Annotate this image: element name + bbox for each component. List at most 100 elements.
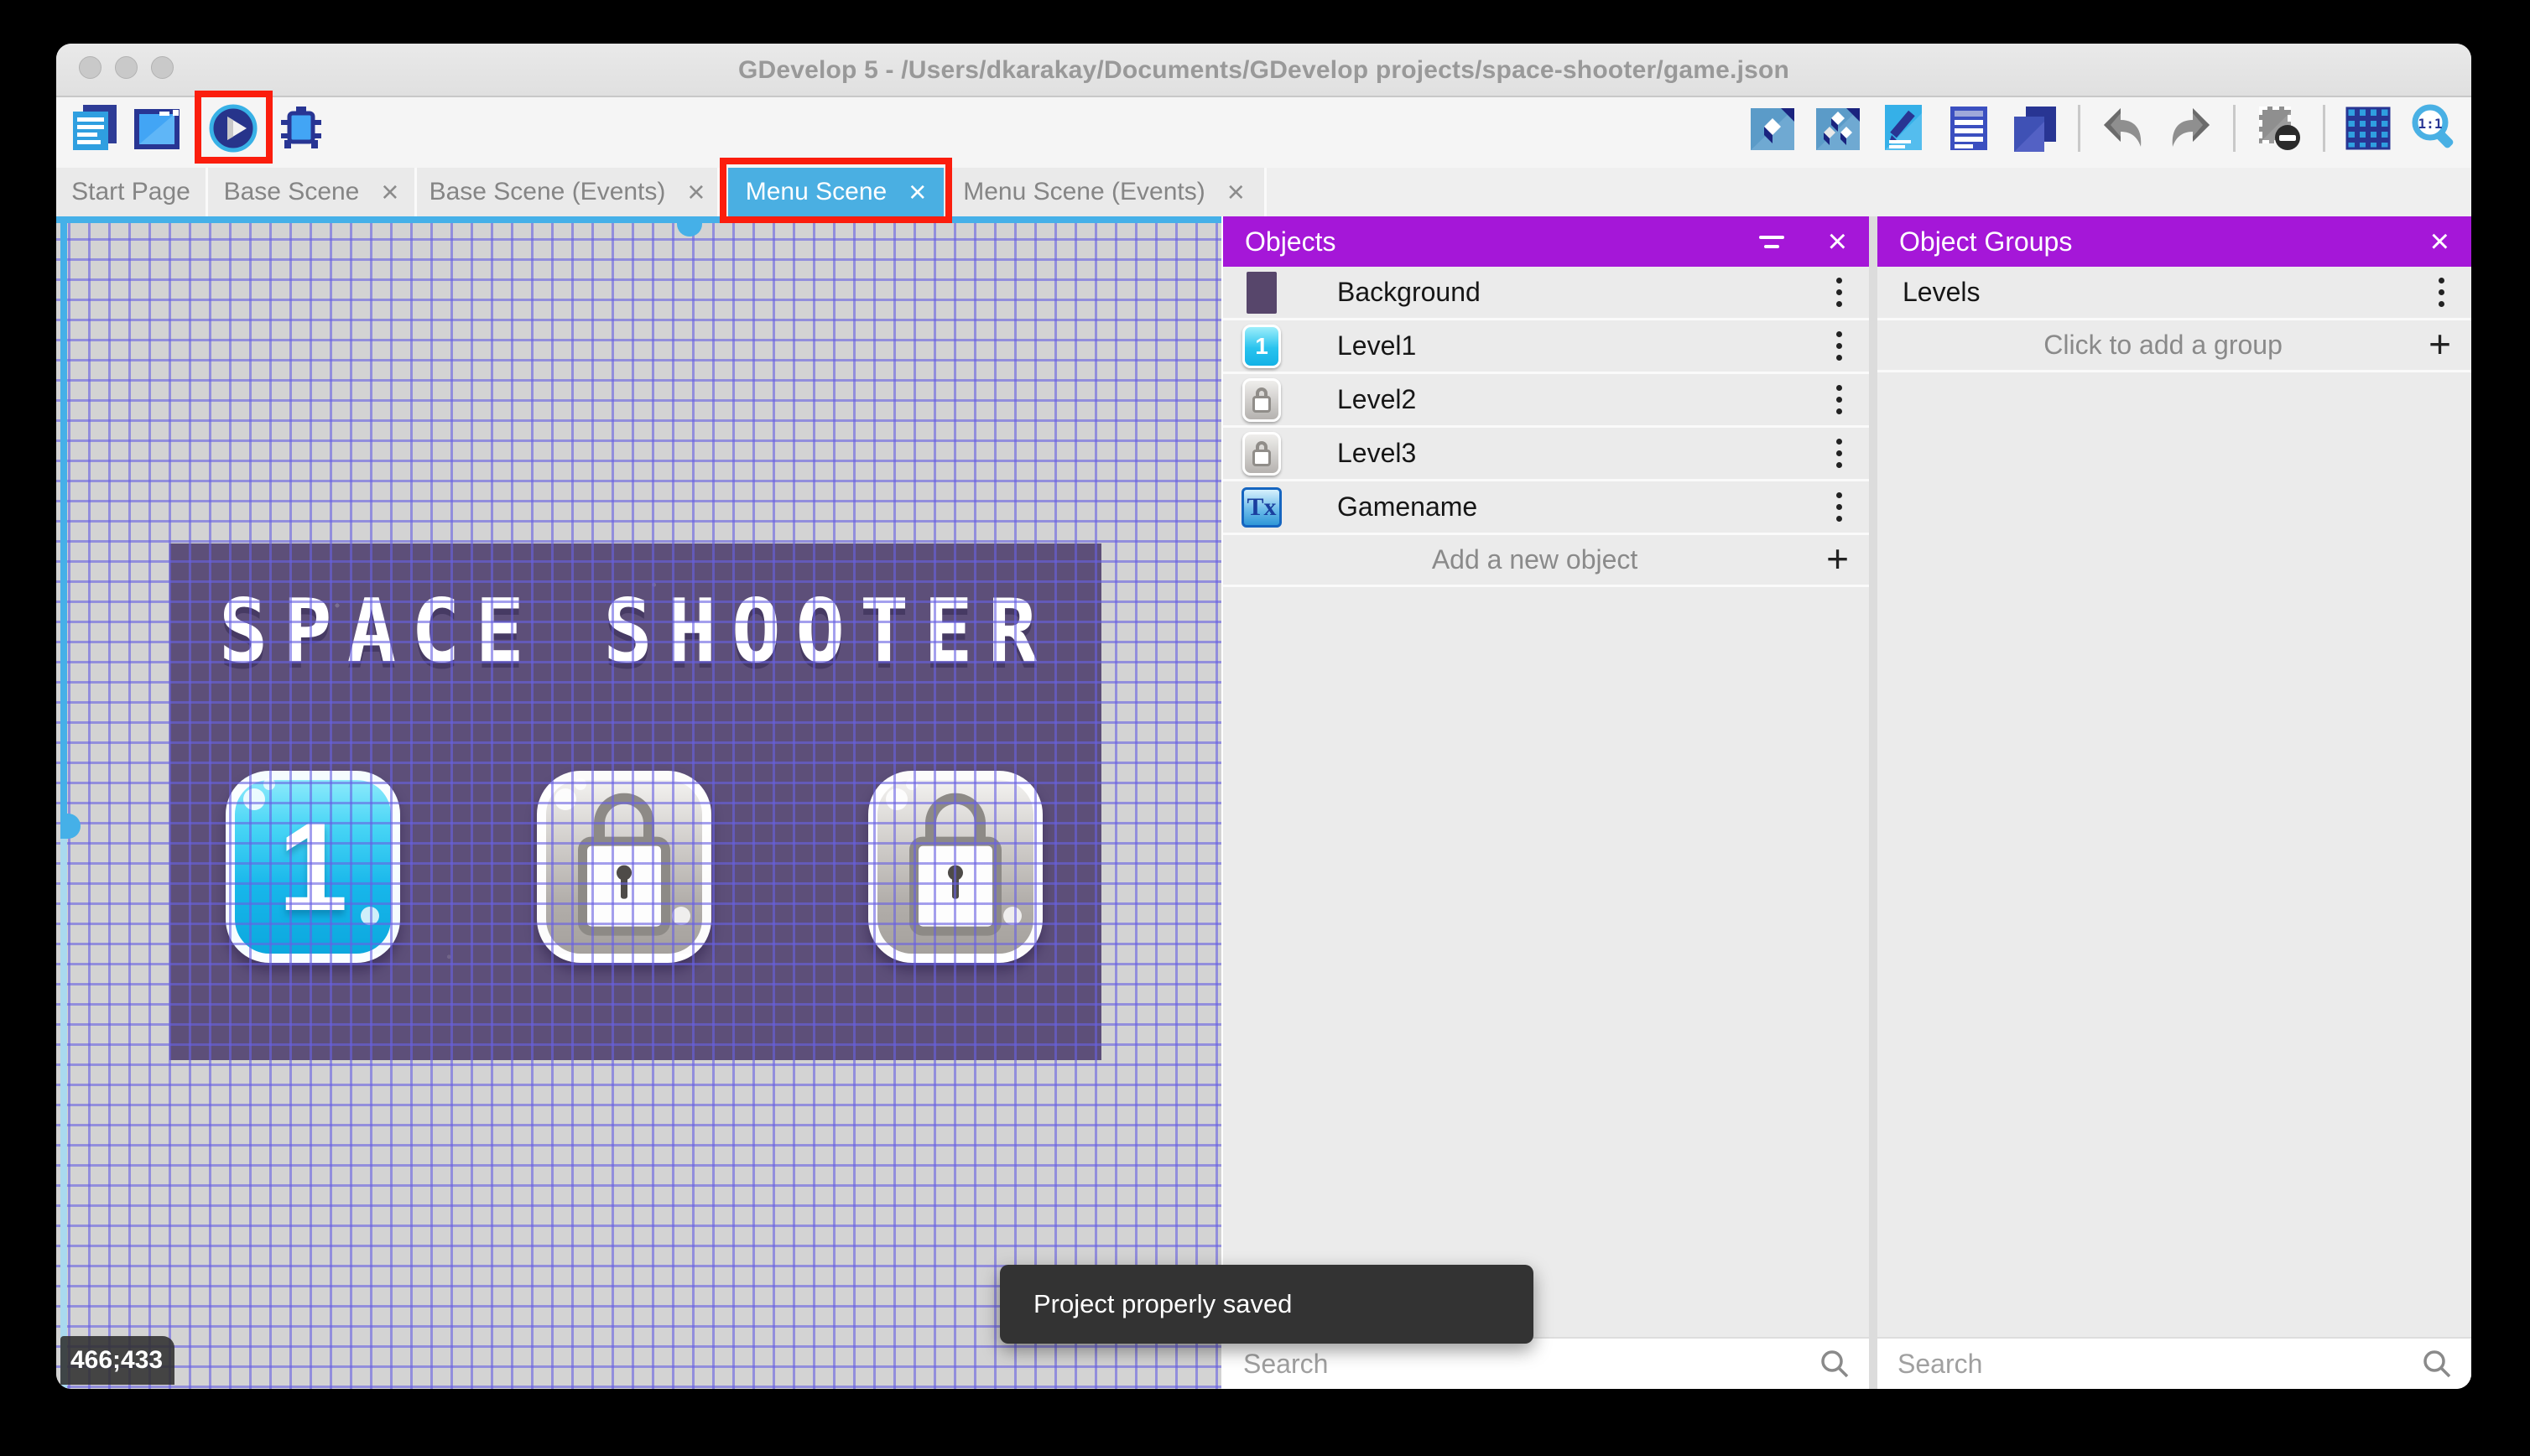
redo-icon[interactable] xyxy=(2164,103,2215,153)
object-row-level3[interactable]: Level3 xyxy=(1223,428,1869,481)
gdevelop-window: GDevelop 5 - /Users/dkarakay/Documents/G… xyxy=(56,44,2471,1389)
tab-close-icon[interactable]: × xyxy=(687,177,705,207)
menu-scene-tab-highlight xyxy=(720,158,952,223)
kebab-menu-icon[interactable] xyxy=(1828,274,1851,310)
close-panel-icon[interactable]: × xyxy=(2430,225,2449,258)
gloss-dot xyxy=(554,788,576,810)
kebab-menu-icon[interactable] xyxy=(1828,382,1851,418)
scene-editor-canvas[interactable]: SPACE SHOOTER 1 466;433 xyxy=(56,216,1221,1389)
toolbar-right-icons: 1:1 xyxy=(1747,103,2460,153)
vertical-scrollbar-track xyxy=(60,839,67,1389)
tab-label: Menu Scene (Events) xyxy=(963,178,1205,205)
vertical-scrollbar xyxy=(60,216,67,839)
object-groups-panel: Object Groups × Levels Click to add a gr… xyxy=(1877,216,2471,1389)
groups-search-input[interactable] xyxy=(1896,1347,2421,1381)
editor-tabs: Start Page Base Scene × Base Scene (Even… xyxy=(56,168,2471,216)
scene-background-instance[interactable]: SPACE SHOOTER 1 xyxy=(169,543,1101,1060)
level-unlocked-thumbnail: 1 xyxy=(1242,324,1282,368)
horizontal-scrollbar-knob[interactable] xyxy=(677,223,702,237)
gloss-dot xyxy=(906,778,918,790)
objects-editor-icon[interactable] xyxy=(1747,103,1798,153)
groups-panel-header: Object Groups × xyxy=(1877,216,2471,267)
toolbar-separator xyxy=(2323,105,2325,152)
scene-properties-icon[interactable] xyxy=(132,103,182,153)
properties-icon[interactable] xyxy=(1878,103,1929,153)
preview-play-icon[interactable] xyxy=(208,103,258,153)
kebab-menu-icon[interactable] xyxy=(1828,435,1851,471)
gloss-dot xyxy=(672,907,690,925)
level-3-locked-button-instance[interactable] xyxy=(868,771,1043,963)
toolbar: 1:1 xyxy=(56,91,2471,168)
add-object-label: Add a new object xyxy=(1431,544,1638,575)
object-groups-editor-icon[interactable] xyxy=(1813,103,1863,153)
text-object-thumbnail: Tx xyxy=(1242,486,1282,529)
tab-start-page[interactable]: Start Page xyxy=(56,168,208,216)
group-row-levels[interactable]: Levels xyxy=(1877,267,2471,320)
filter-icon[interactable] xyxy=(1758,235,1784,248)
object-name: Level1 xyxy=(1337,330,1417,361)
kebab-menu-icon[interactable] xyxy=(1828,489,1851,525)
level-1-button-instance[interactable]: 1 xyxy=(226,771,400,963)
objects-panel: Objects × Background 1 Level1 Level2 Lev… xyxy=(1221,216,1869,1389)
lock-icon xyxy=(909,793,1002,936)
lock-icon xyxy=(578,793,670,936)
add-object-button[interactable]: Add a new object + xyxy=(1223,535,1869,587)
zoom-1-1-icon[interactable]: 1:1 xyxy=(2409,103,2460,153)
objects-list: Background 1 Level1 Level2 Level3 Tx Gam… xyxy=(1223,267,1869,1337)
objects-panel-title: Objects xyxy=(1245,226,1336,257)
vertical-scrollbar-knob[interactable] xyxy=(67,814,81,839)
add-group-button[interactable]: Click to add a group + xyxy=(1877,320,2471,372)
level-locked-thumbnail xyxy=(1242,431,1282,476)
kebab-menu-icon[interactable] xyxy=(1828,328,1851,364)
level-locked-thumbnail xyxy=(1242,377,1282,422)
object-name: Background xyxy=(1337,277,1481,307)
tab-close-icon[interactable]: × xyxy=(1227,177,1245,207)
gloss-dot xyxy=(575,778,586,790)
cursor-coordinates-badge: 466;433 xyxy=(60,1336,174,1385)
object-name: Gamename xyxy=(1337,491,1478,522)
object-row-level1[interactable]: 1 Level1 xyxy=(1223,320,1869,374)
tab-label: Base Scene (Events) xyxy=(429,178,666,205)
window-title: GDevelop 5 - /Users/dkarakay/Documents/G… xyxy=(737,56,1790,84)
tab-label: Base Scene xyxy=(223,178,360,205)
objects-search-input[interactable] xyxy=(1242,1347,1819,1381)
undo-icon[interactable] xyxy=(2099,103,2149,153)
plus-icon: + xyxy=(2428,321,2451,366)
objects-panel-header: Objects × xyxy=(1223,216,1869,267)
kebab-menu-icon[interactable] xyxy=(2430,274,2453,310)
close-panel-icon[interactable]: × xyxy=(1828,225,1847,258)
object-row-level2[interactable]: Level2 xyxy=(1223,374,1869,428)
tab-base-scene[interactable]: Base Scene × xyxy=(208,168,417,216)
search-icon xyxy=(1821,1350,1849,1378)
tab-label: Start Page xyxy=(71,178,190,205)
level-1-label: 1 xyxy=(278,796,348,937)
object-row-gamename[interactable]: Tx Gamename xyxy=(1223,481,1869,535)
scene-title-text-instance[interactable]: SPACE SHOOTER xyxy=(169,580,1101,682)
debug-icon[interactable] xyxy=(276,103,326,153)
search-icon xyxy=(2423,1350,2451,1378)
horizontal-scrollbar xyxy=(56,216,1221,223)
tab-menu-scene-events[interactable]: Menu Scene (Events) × xyxy=(944,168,1267,216)
project-manager-icon[interactable] xyxy=(70,103,120,153)
svg-text:1:1: 1:1 xyxy=(2418,116,2443,132)
tab-base-scene-events[interactable]: Base Scene (Events) × xyxy=(417,168,720,216)
tab-close-icon[interactable]: × xyxy=(381,177,398,207)
object-name: Level3 xyxy=(1337,438,1417,468)
grid-icon[interactable] xyxy=(2344,103,2394,153)
level-2-locked-button-instance[interactable] xyxy=(537,771,711,963)
gloss-dot xyxy=(1003,907,1022,925)
object-name: Level2 xyxy=(1337,384,1417,414)
layers-icon[interactable] xyxy=(2009,103,2059,153)
instances-list-icon[interactable] xyxy=(1944,103,1994,153)
object-row-background[interactable]: Background xyxy=(1223,267,1869,320)
panel-divider[interactable] xyxy=(1869,216,1877,1389)
groups-search-bar xyxy=(1877,1337,2471,1389)
window-mask-icon[interactable] xyxy=(2254,103,2304,153)
save-toast: Project properly saved xyxy=(1000,1265,1533,1344)
plus-icon: + xyxy=(1826,536,1849,580)
add-group-label: Click to add a group xyxy=(2043,330,2283,360)
main-content: SPACE SHOOTER 1 466;433 Objects × Backgr… xyxy=(56,216,2471,1389)
gloss-dot xyxy=(886,788,908,810)
objects-search-bar xyxy=(1223,1337,1869,1389)
title-bar: GDevelop 5 - /Users/dkarakay/Documents/G… xyxy=(56,44,2471,97)
